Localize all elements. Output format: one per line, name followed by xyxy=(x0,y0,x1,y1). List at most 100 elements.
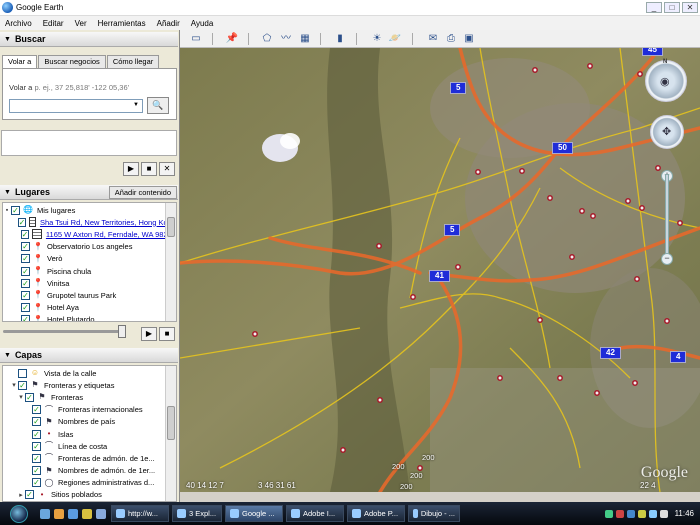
places-scrollbar[interactable] xyxy=(165,203,176,321)
taskbar-button[interactable]: Google ... xyxy=(225,505,283,522)
place-label[interactable]: Sha Tsui Rd, New Territories, Hong Kong xyxy=(40,218,176,227)
folder-icon[interactable] xyxy=(82,508,92,519)
move-joystick[interactable]: ✥ xyxy=(650,115,684,149)
layers-section-header[interactable]: ▼ Capas xyxy=(0,348,178,363)
layer-list-item[interactable]: ✓ ◯ Regiones administrativas d... xyxy=(3,477,176,489)
layer-list-item[interactable]: ✓ ⌒ Fronteras internacionales xyxy=(3,404,176,416)
tab-buscar-negocios[interactable]: Buscar negocios xyxy=(38,55,106,68)
menu-anadir[interactable]: Añadir xyxy=(157,19,180,28)
checkbox[interactable]: ✓ xyxy=(21,315,30,321)
taskbar-button[interactable]: http://w... xyxy=(111,505,169,522)
search-button[interactable]: 🔍 xyxy=(147,97,169,114)
volume-icon[interactable] xyxy=(659,509,668,518)
clock[interactable]: 11:46 xyxy=(675,509,694,518)
expand-toggle-icon[interactable]: ▪ xyxy=(3,207,11,214)
scroll-thumb[interactable] xyxy=(167,406,175,440)
menu-herramientas[interactable]: Herramientas xyxy=(98,19,146,28)
start-button[interactable] xyxy=(0,503,38,525)
path-icon[interactable]: 〰 xyxy=(279,32,293,45)
checkbox[interactable]: ✓ xyxy=(32,417,41,427)
menu-archivo[interactable]: Archivo xyxy=(5,19,32,28)
expand-toggle-icon[interactable]: ▾ xyxy=(10,381,18,389)
checkbox[interactable]: ✓ xyxy=(32,478,41,488)
planets-icon[interactable]: 🪐 xyxy=(388,32,402,45)
tray-icon[interactable] xyxy=(615,509,624,518)
clear-icon[interactable]: ✕ xyxy=(159,162,175,176)
checkbox[interactable]: ✓ xyxy=(11,205,20,215)
place-label[interactable]: 1165 W Axton Rd, Ferndale, WA 98248 xyxy=(46,230,176,239)
ruler-icon[interactable]: ▮ xyxy=(333,32,347,45)
expand-toggle-icon[interactable]: ▾ xyxy=(17,393,25,401)
layers-scrollbar[interactable] xyxy=(165,366,176,501)
email-icon[interactable]: ✉ xyxy=(426,32,440,45)
close-button[interactable]: ✕ xyxy=(682,2,698,13)
tray-icon[interactable] xyxy=(604,509,613,518)
show-desktop-icon[interactable] xyxy=(40,508,50,519)
tour-slider-knob[interactable] xyxy=(118,325,126,338)
taskbar-button[interactable]: Dibujo - ... xyxy=(408,505,460,522)
placemark-icon[interactable]: 📌 xyxy=(225,32,239,45)
print-icon[interactable]: ⎙ xyxy=(444,32,458,45)
stop-icon[interactable]: ■ xyxy=(141,162,157,176)
checkbox[interactable]: ✓ xyxy=(32,441,41,451)
checkbox[interactable]: ✓ xyxy=(17,217,27,227)
play-icon[interactable]: ▶ xyxy=(141,327,157,341)
fly-to-input[interactable] xyxy=(9,99,143,113)
zoom-slider[interactable] xyxy=(665,174,669,260)
places-list-item[interactable]: ▪ ✓ 🌐 Mis lugares xyxy=(3,204,176,216)
checkbox[interactable]: ✓ xyxy=(21,242,30,252)
look-compass[interactable]: N ◉ xyxy=(645,59,687,102)
checkbox[interactable]: ✓ xyxy=(21,290,30,300)
polygon-icon[interactable]: ⬠ xyxy=(260,32,274,45)
dropdown-arrow-icon[interactable]: ▼ xyxy=(133,102,139,108)
places-list-item[interactable]: ✓ 📍 Hotel Plutardo xyxy=(3,314,176,321)
layer-list-item[interactable]: ✓☺ Vista de la calle xyxy=(3,367,176,379)
layer-list-item[interactable]: ▾ ✓ ⚑ Fronteras y etiquetas xyxy=(3,379,176,391)
checkbox[interactable]: ✓ xyxy=(32,466,41,476)
checkbox[interactable]: ✓ xyxy=(18,368,27,378)
tour-slider-track[interactable] xyxy=(3,330,123,333)
places-list-item[interactable]: ✓ 📍 Hotel Aya xyxy=(3,302,176,314)
checkbox[interactable]: ✓ xyxy=(21,303,30,313)
tab-volar-a[interactable]: Volar a xyxy=(2,55,38,68)
sunlight-icon[interactable]: ☀ xyxy=(370,32,384,45)
places-list-item[interactable]: ✓ 📍 Grupotel taurus Park xyxy=(3,289,176,301)
taskbar-button[interactable]: Adobe I... xyxy=(286,505,344,522)
layer-list-item[interactable]: ✓ ⌒ Fronteras de admón. de 1e... xyxy=(3,452,176,464)
tray-icon[interactable] xyxy=(637,509,646,518)
menu-ver[interactable]: Ver xyxy=(75,19,87,28)
checkbox[interactable]: ✓ xyxy=(32,429,41,439)
places-list-item[interactable]: ✓ 📍 Observatorio Los angeles xyxy=(3,241,176,253)
minimize-button[interactable]: _ xyxy=(646,2,662,13)
layer-list-item[interactable]: ✓ ⌒ Línea de costa xyxy=(3,440,176,452)
places-list-item[interactable]: ✓ 📍 Vinitsa xyxy=(3,277,176,289)
map-view[interactable]: 5 50 5 41 42 4 45 200 200 200 200 N ◉ ✥ … xyxy=(180,48,700,492)
checkbox[interactable]: ✓ xyxy=(32,405,41,415)
overlay-icon[interactable]: ▦ xyxy=(298,32,312,45)
taskbar-button[interactable]: 3 Expl... xyxy=(172,505,222,522)
layer-list-item[interactable]: ✓ • Islas xyxy=(3,428,176,440)
scroll-thumb[interactable] xyxy=(167,217,175,237)
layer-list-item[interactable]: ▾ ✓ ⚑ Fronteras xyxy=(3,391,176,403)
places-list-item[interactable]: ✓ 📍 Verò xyxy=(3,253,176,265)
play-icon[interactable]: ▶ xyxy=(123,162,139,176)
browser-icon[interactable] xyxy=(68,508,78,519)
checkbox[interactable]: ✓ xyxy=(25,392,34,402)
checkbox[interactable]: ✓ xyxy=(25,490,34,500)
checkbox[interactable]: ✓ xyxy=(21,266,30,276)
menu-ayuda[interactable]: Ayuda xyxy=(191,19,214,28)
menu-editar[interactable]: Editar xyxy=(43,19,64,28)
layer-list-item[interactable]: ✓ ⚑ Nombres de país xyxy=(3,416,176,428)
expand-toggle-icon[interactable]: ▸ xyxy=(17,491,25,499)
layer-list-item[interactable]: ▸ ✓ • Sitios poblados xyxy=(3,489,176,501)
stop-icon[interactable]: ■ xyxy=(159,327,175,341)
checkbox[interactable]: ✓ xyxy=(18,380,27,390)
checkbox[interactable]: ✓ xyxy=(21,278,30,288)
quicklaunch-icon[interactable] xyxy=(96,508,106,519)
checkbox[interactable]: ✓ xyxy=(32,453,41,463)
places-list-item[interactable]: ✓ Sha Tsui Rd, New Territories, Hong Kong xyxy=(3,216,176,228)
maximize-button[interactable]: □ xyxy=(664,2,680,13)
taskbar-button[interactable]: Adobe P... xyxy=(347,505,405,522)
checkbox[interactable]: ✓ xyxy=(21,254,30,264)
search-section-header[interactable]: ▼ Buscar xyxy=(0,32,178,47)
